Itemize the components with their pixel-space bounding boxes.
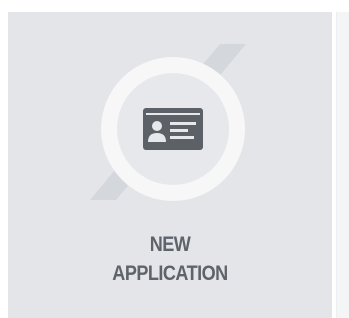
tile-label: NEW APPLICATION <box>31 230 310 288</box>
tile-label-line2: APPLICATION <box>112 262 228 285</box>
adjacent-panel <box>336 12 349 318</box>
tile-label-line1: NEW <box>149 233 191 256</box>
page: NEW APPLICATION <box>0 0 349 318</box>
new-application-tile[interactable]: NEW APPLICATION <box>8 12 332 318</box>
id-card-icon <box>101 57 245 201</box>
